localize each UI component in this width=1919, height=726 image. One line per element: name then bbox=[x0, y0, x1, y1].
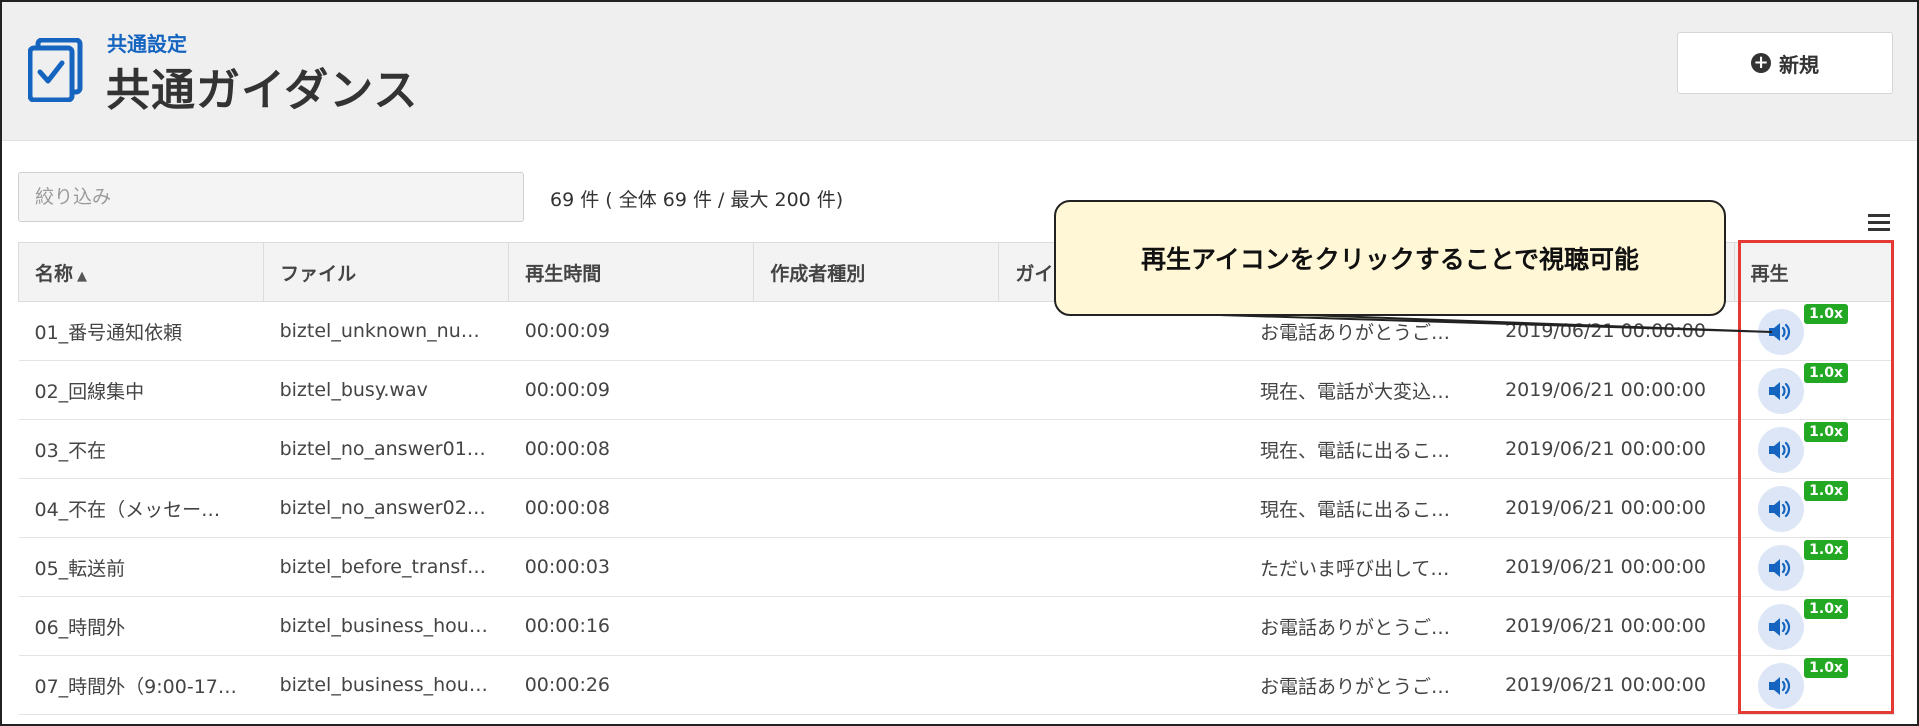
column-header-file[interactable]: ファイル bbox=[263, 242, 510, 302]
result-count: 69 件 ( 全体 69 件 / 最大 200 件) bbox=[550, 189, 844, 211]
play-audio-button[interactable] bbox=[1758, 663, 1805, 709]
cell-updated: 2019/06/21 00:00:00 bbox=[1489, 478, 1735, 538]
cell-updated: 2019/06/21 00:00:00 bbox=[1489, 537, 1735, 597]
cell-duration: 00:00:26 bbox=[508, 655, 754, 715]
cell-updated: 2019/06/21 00:00:00 bbox=[1489, 655, 1735, 715]
cell-name: 05_転送前 bbox=[18, 537, 264, 597]
speaker-icon bbox=[1769, 441, 1791, 459]
new-button[interactable]: + 新規 bbox=[1677, 32, 1893, 94]
table-row[interactable]: 04_不在（メッセー… biztel_no_answer02… 00:00:08… bbox=[18, 478, 1894, 538]
speaker-icon bbox=[1769, 559, 1791, 577]
column-menu-icon[interactable] bbox=[1868, 214, 1890, 232]
cell-text: 現在、電話に出るこ… bbox=[1243, 419, 1490, 479]
filter-input[interactable] bbox=[18, 172, 524, 222]
cell-play: 1.0x bbox=[1734, 301, 1894, 361]
speaker-icon bbox=[1769, 382, 1791, 400]
cell-name: 02_回線集中 bbox=[18, 360, 264, 420]
cell-name: 07_時間外（9:00-17… bbox=[18, 655, 264, 715]
speaker-icon bbox=[1769, 323, 1791, 341]
cell-name: 06_時間外 bbox=[18, 596, 264, 656]
cell-guidance bbox=[998, 478, 1244, 538]
speed-badge[interactable]: 1.0x bbox=[1804, 540, 1848, 560]
cell-play: 1.0x bbox=[1734, 655, 1894, 715]
cell-creator bbox=[753, 596, 999, 656]
cell-creator bbox=[753, 419, 999, 479]
cell-text: 現在、電話に出るこ… bbox=[1243, 478, 1490, 538]
page-header: 共通設定 共通ガイダンス + 新規 bbox=[2, 2, 1917, 141]
cell-file: biztel_before_transf… bbox=[263, 537, 509, 597]
column-header-creator-type[interactable]: 作成者種別 bbox=[753, 242, 1000, 302]
new-button-label: 新規 bbox=[1779, 52, 1819, 77]
cell-name: 03_不在 bbox=[18, 419, 264, 479]
speed-badge[interactable]: 1.0x bbox=[1804, 481, 1848, 501]
cell-duration: 00:00:03 bbox=[508, 537, 754, 597]
speaker-icon bbox=[1769, 618, 1791, 636]
play-audio-button[interactable] bbox=[1758, 545, 1805, 591]
speaker-icon bbox=[1769, 677, 1791, 695]
cell-duration: 00:00:09 bbox=[508, 360, 754, 420]
speed-badge[interactable]: 1.0x bbox=[1804, 363, 1848, 383]
cell-guidance bbox=[998, 537, 1244, 597]
speed-badge[interactable]: 1.0x bbox=[1804, 304, 1848, 324]
cell-file: biztel_busy.wav bbox=[263, 360, 509, 420]
table-row[interactable]: 05_転送前 biztel_before_transf… 00:00:03 ただ… bbox=[18, 537, 1894, 597]
cell-duration: 00:00:08 bbox=[508, 478, 754, 538]
table-row[interactable]: 02_回線集中 biztel_busy.wav 00:00:09 現在、電話が大… bbox=[18, 360, 1894, 420]
cell-duration: 00:00:08 bbox=[508, 419, 754, 479]
cell-name: 01_番号通知依頼 bbox=[18, 301, 264, 361]
cell-play: 1.0x bbox=[1734, 360, 1894, 420]
play-audio-button[interactable] bbox=[1758, 486, 1805, 532]
play-audio-button[interactable] bbox=[1758, 368, 1805, 414]
cell-updated: 2019/06/21 00:00:00 bbox=[1489, 419, 1735, 479]
cell-text: ただいま呼び出して… bbox=[1243, 537, 1490, 597]
callout-annotation: 再生アイコンをクリックすることで視聴可能 bbox=[1054, 200, 1726, 316]
cell-play: 1.0x bbox=[1734, 419, 1894, 479]
page-title: 共通ガイダンス bbox=[106, 65, 419, 116]
cell-creator bbox=[753, 655, 999, 715]
checklist-icon bbox=[28, 38, 83, 102]
cell-guidance bbox=[998, 419, 1244, 479]
cell-updated: 2019/06/21 00:00:00 bbox=[1489, 596, 1735, 656]
cell-guidance bbox=[998, 360, 1244, 420]
cell-file: biztel_no_answer02… bbox=[263, 478, 509, 538]
cell-duration: 00:00:09 bbox=[508, 301, 754, 361]
cell-creator bbox=[753, 537, 999, 597]
plus-circle-icon: + bbox=[1751, 53, 1771, 73]
cell-file: biztel_business_hou… bbox=[263, 655, 509, 715]
cell-guidance bbox=[998, 596, 1244, 656]
cell-play: 1.0x bbox=[1734, 478, 1894, 538]
column-header-play: 再生 bbox=[1733, 242, 1895, 302]
speed-badge[interactable]: 1.0x bbox=[1804, 658, 1848, 678]
table-row[interactable]: 07_時間外（9:00-17… biztel_business_hou… 00:… bbox=[18, 655, 1894, 715]
cell-file: biztel_business_hou… bbox=[263, 596, 509, 656]
play-audio-button[interactable] bbox=[1758, 309, 1805, 355]
play-audio-button[interactable] bbox=[1758, 604, 1805, 650]
speed-badge[interactable]: 1.0x bbox=[1804, 599, 1848, 619]
play-audio-button[interactable] bbox=[1758, 427, 1805, 473]
sort-asc-icon: ▲ bbox=[77, 268, 88, 284]
cell-creator bbox=[753, 478, 999, 538]
table-row[interactable]: 03_不在 biztel_no_answer01… 00:00:08 現在、電話… bbox=[18, 419, 1894, 479]
cell-creator bbox=[753, 360, 999, 420]
cell-file: biztel_no_answer01… bbox=[263, 419, 509, 479]
cell-text: お電話ありがとうご… bbox=[1243, 655, 1490, 715]
cell-duration: 00:00:16 bbox=[508, 596, 754, 656]
cell-file: biztel_unknown_nu… bbox=[263, 301, 509, 361]
cell-play: 1.0x bbox=[1734, 537, 1894, 597]
column-header-duration[interactable]: 再生時間 bbox=[508, 242, 755, 302]
speed-badge[interactable]: 1.0x bbox=[1804, 422, 1848, 442]
cell-text: お電話ありがとうご… bbox=[1243, 596, 1490, 656]
cell-play: 1.0x bbox=[1734, 596, 1894, 656]
speaker-icon bbox=[1769, 500, 1791, 518]
app-frame: 共通設定 共通ガイダンス + 新規 69 件 ( 全体 69 件 / 最大 20… bbox=[0, 0, 1919, 726]
column-header-name[interactable]: 名称 ▲ bbox=[17, 242, 265, 302]
cell-guidance bbox=[998, 655, 1244, 715]
cell-creator bbox=[753, 301, 999, 361]
cell-text: 現在、電話が大変込… bbox=[1243, 360, 1490, 420]
cell-name: 04_不在（メッセー… bbox=[18, 478, 264, 538]
cell-updated: 2019/06/21 00:00:00 bbox=[1489, 360, 1735, 420]
table-row[interactable]: 06_時間外 biztel_business_hou… 00:00:16 お電話… bbox=[18, 596, 1894, 656]
breadcrumb[interactable]: 共通設定 bbox=[107, 28, 187, 57]
